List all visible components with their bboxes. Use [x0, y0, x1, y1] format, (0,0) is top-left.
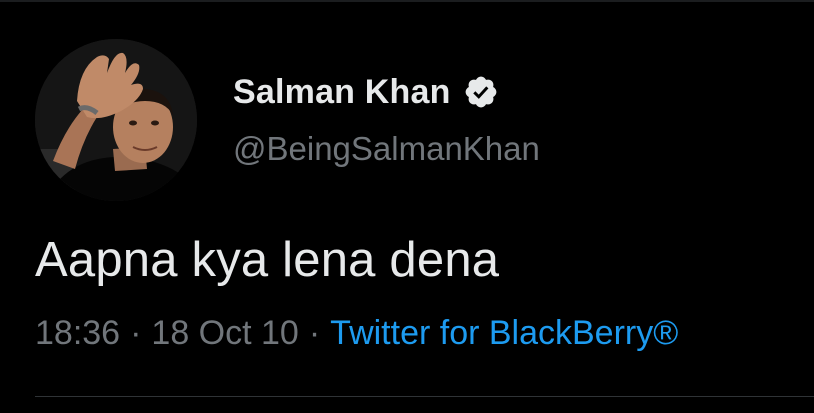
tweet-text: Aapna kya lena dena: [35, 233, 500, 287]
tweet-card: Salman Khan @BeingSalmanKhan Aapna kya l…: [0, 0, 814, 413]
tweet-time[interactable]: 18:36: [35, 314, 120, 353]
top-divider: [0, 0, 814, 2]
meta-separator: ·: [130, 314, 142, 352]
name-row: Salman Khan: [233, 70, 540, 114]
author-identity: Salman Khan @BeingSalmanKhan: [233, 70, 540, 168]
tweet-date[interactable]: 18 Oct 10: [151, 314, 298, 353]
tweet-meta: 18:36 · 18 Oct 10 · Twitter for BlackBer…: [35, 314, 678, 353]
author-name[interactable]: Salman Khan: [233, 73, 451, 112]
bottom-divider: [35, 396, 814, 397]
avatar[interactable]: [35, 39, 197, 201]
tweet-source-link[interactable]: Twitter for BlackBerry®: [330, 314, 678, 353]
author-handle[interactable]: @BeingSalmanKhan: [233, 130, 540, 168]
verified-badge-icon: [463, 74, 499, 110]
meta-separator: ·: [308, 314, 321, 352]
